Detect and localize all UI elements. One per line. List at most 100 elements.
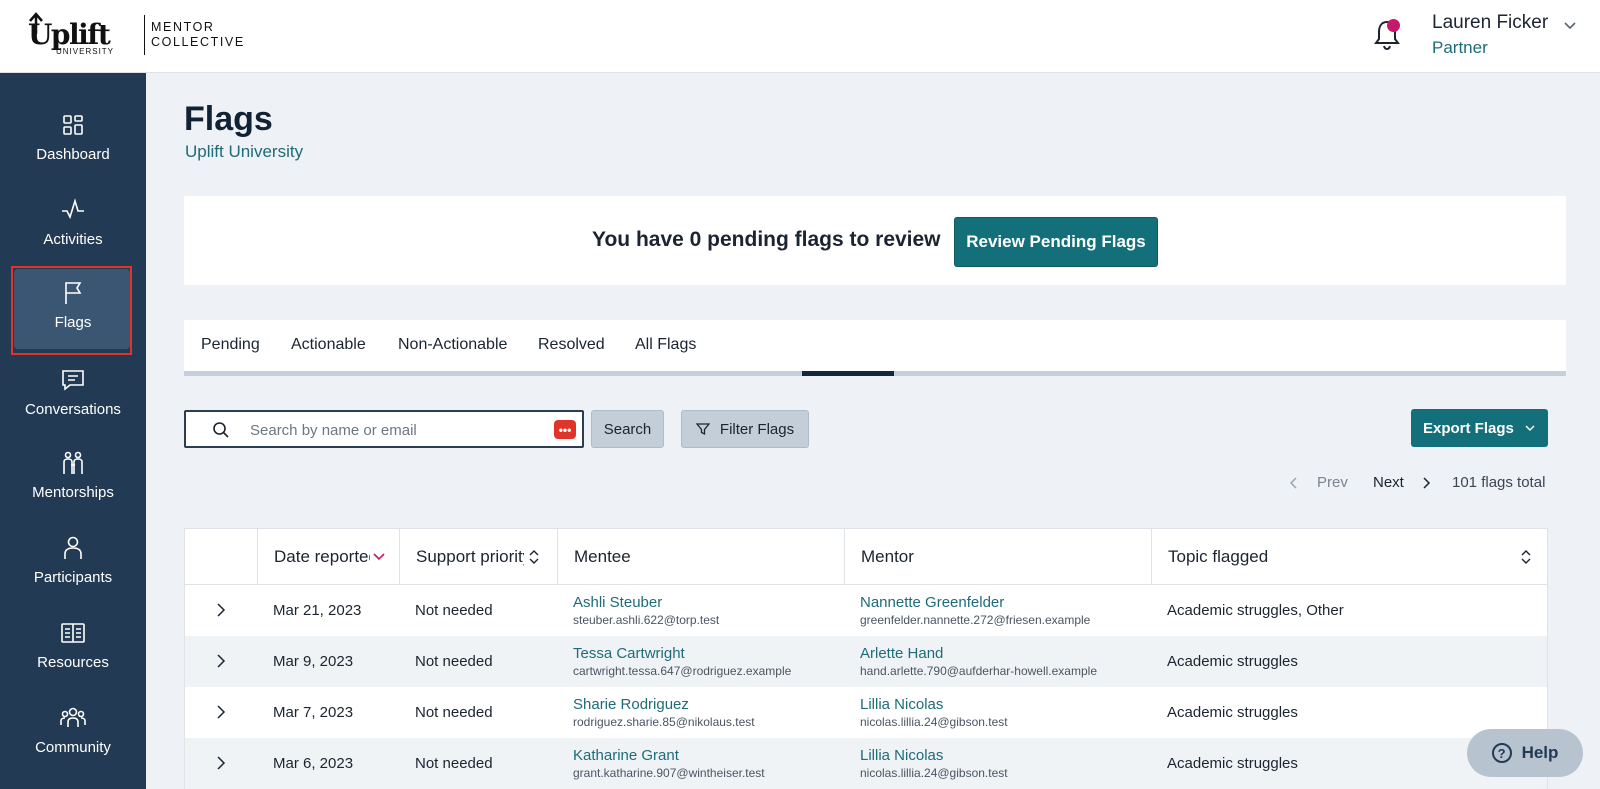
mentor-name-link[interactable]: Arlette Hand [860,645,1097,662]
password-manager-icon[interactable]: ••• [554,420,576,439]
uplift-logo[interactable]: Uplift UNIVERSITY MENTOR COLLECTIVE [26,12,245,58]
mentee-name-link[interactable]: Katharine Grant [573,747,765,764]
priority-cell: Not needed [415,755,493,772]
sidebar-item-label: Mentorships [32,483,114,501]
chevron-down-icon [1525,425,1535,432]
tab-pending[interactable]: Pending [201,336,260,354]
table-row: Mar 9, 2023 Not needed Tessa Cartwright … [185,636,1547,687]
search-icon [213,422,229,438]
sidebar-item-conversations[interactable]: Conversations [0,350,146,434]
flag-tabs: Pending Actionable Non-Actionable Resolv… [184,320,1566,376]
logo-sub: UNIVERSITY [56,47,115,56]
chevron-right-icon[interactable] [215,755,227,771]
mentor-cell: Lillia Nicolas nicolas.lillia.24@gibson.… [860,738,1008,789]
chevron-left-icon[interactable] [1288,476,1300,490]
date-cell: Mar 6, 2023 [273,755,354,772]
mentor-name-link[interactable]: Nannette Greenfelder [860,594,1090,611]
activity-icon [62,197,84,219]
sidebar-item-participants[interactable]: Participants [0,518,146,602]
priority-cell: Not needed [415,602,493,619]
table-row: Mar 7, 2023 Not needed Sharie Rodriguez … [185,687,1547,738]
chevron-down-icon[interactable] [1562,17,1578,33]
sidebar-item-label: Dashboard [36,145,110,163]
date-cell: Mar 9, 2023 [273,653,354,670]
prev-page-link[interactable]: Prev [1317,474,1348,491]
sidebar-item-label: Flags [54,313,92,331]
column-topic-flagged[interactable]: Topic flagged [1151,529,1548,585]
column-mentee: Mentee [557,529,844,585]
chat-icon [62,369,84,391]
page-subtitle: Uplift University [185,142,304,161]
flags-table: Date reported Support priority Mentee Me… [184,528,1548,789]
sidebar-item-dashboard[interactable]: Dashboard [0,95,146,179]
table-header: Date reported Support priority Mentee Me… [185,529,1547,585]
sidebar-item-label: Conversations [25,400,121,418]
mentee-cell: Ashli Steuber steuber.ashli.622@torp.tes… [573,585,719,636]
mentorship-icon [63,451,83,474]
notification-dot [1387,19,1400,32]
mentor-name-link[interactable]: Lillia Nicolas [860,747,1008,764]
mentor-cell: Arlette Hand hand.arlette.790@aufderhar-… [860,636,1097,687]
search-input[interactable] [250,418,540,442]
mentor-email: hand.arlette.790@aufderhar-howell.exampl… [860,664,1097,678]
mentee-email: rodriguez.sharie.85@nikolaus.test [573,715,755,729]
next-page-link[interactable]: Next [1373,474,1404,491]
sidebar-item-label: Participants [33,568,113,586]
column-date-reported[interactable]: Date reported [257,529,399,585]
chevron-right-icon[interactable] [215,704,227,720]
mentee-name-link[interactable]: Tessa Cartwright [573,645,791,662]
topic-cell: Academic struggles, Other [1167,602,1344,619]
tab-actionable[interactable]: Actionable [291,336,366,354]
column-support-priority[interactable]: Support priority [399,529,557,585]
mentee-email: grant.katharine.907@wintheiser.test [573,766,765,780]
export-flags-button[interactable]: Export Flags [1411,409,1548,447]
review-pending-flags-button[interactable]: Review Pending Flags [954,217,1158,267]
sidebar-item-activities[interactable]: Activities [0,180,146,264]
priority-cell: Not needed [415,704,493,721]
column-mentor: Mentor [844,529,1151,585]
date-cell: Mar 21, 2023 [273,602,362,619]
mentee-name-link[interactable]: Sharie Rodriguez [573,696,755,713]
logo-mentor-collective: MENTOR COLLECTIVE [151,20,245,49]
search-button[interactable]: Search [591,410,664,448]
help-button[interactable]: ? Help [1467,729,1583,777]
sort-icon [1521,550,1531,564]
mentee-name-link[interactable]: Ashli Steuber [573,594,719,611]
chevron-right-icon[interactable] [1420,476,1432,490]
tab-non-actionable[interactable]: Non-Actionable [398,336,507,354]
help-label: Help [1521,743,1559,762]
book-icon [61,622,85,643]
mentor-name-link[interactable]: Lillia Nicolas [860,696,1008,713]
pending-flags-card: You have 0 pending flags to review Revie… [184,196,1566,285]
mentee-cell: Tessa Cartwright cartwright.tessa.647@ro… [573,636,791,687]
priority-cell: Not needed [415,653,493,670]
sidebar-item-mentorships[interactable]: Mentorships [0,433,146,517]
user-role: Partner [1432,38,1488,57]
mentor-cell: Nannette Greenfelder greenfelder.nannett… [860,585,1090,636]
mentee-cell: Sharie Rodriguez rodriguez.sharie.85@nik… [573,687,755,738]
mentee-email: steuber.ashli.622@torp.test [573,613,720,627]
page-title: Flags [184,100,273,138]
chevron-right-icon[interactable] [215,602,227,618]
table-row: Mar 6, 2023 Not needed Katharine Grant g… [185,738,1547,789]
sidebar-item-resources[interactable]: Resources [0,603,146,687]
mentee-cell: Katharine Grant grant.katharine.907@wint… [573,738,765,789]
flags-total: 101 flags total [1452,474,1546,491]
filter-icon [695,423,710,436]
sidebar-item-flags[interactable]: Flags [0,263,146,355]
user-name: Lauren Ficker [1432,12,1549,33]
sort-desc-icon [373,553,385,561]
tab-all-flags[interactable]: All Flags [635,336,696,354]
date-cell: Mar 7, 2023 [273,704,354,721]
sidebar: Dashboard Activities Flags Conversations… [0,73,146,789]
sidebar-item-community[interactable]: Community [0,688,146,772]
sidebar-item-label: Community [35,738,111,756]
user-menu[interactable]: Lauren Ficker Partner [1432,12,1548,58]
tab-resolved[interactable]: Resolved [538,336,605,354]
topic-cell: Academic struggles [1167,755,1298,772]
sort-icon [529,550,539,564]
filter-flags-button[interactable]: Filter Flags [681,410,809,448]
chevron-right-icon[interactable] [215,653,227,669]
topic-cell: Academic struggles [1167,653,1298,670]
active-tab-indicator [802,371,894,376]
